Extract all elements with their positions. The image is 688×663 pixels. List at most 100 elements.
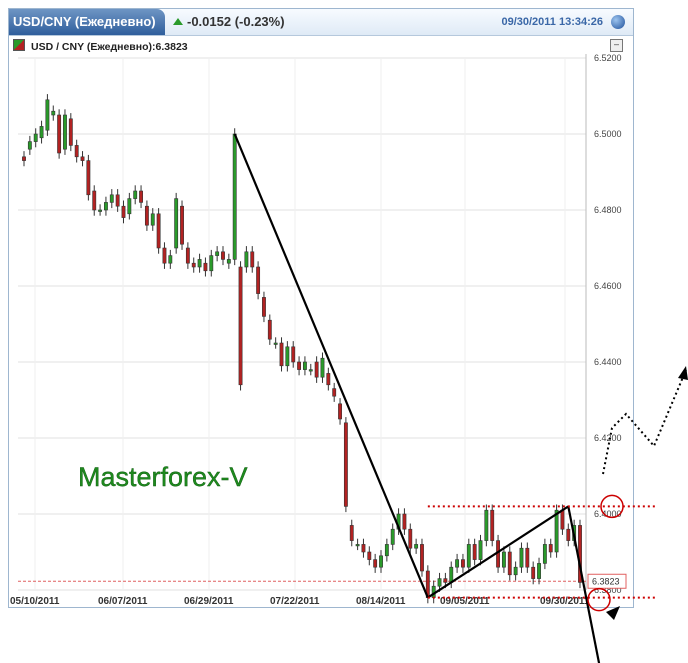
candle-body (402, 513, 407, 530)
candle-body (68, 118, 73, 146)
candle-body (39, 126, 44, 139)
candle-body (74, 145, 79, 158)
candle-body (519, 547, 524, 568)
candle-body (168, 255, 173, 264)
candle-body (226, 259, 231, 264)
candle-body (279, 342, 284, 367)
candle-body (414, 544, 419, 549)
candle-body (27, 141, 32, 150)
candle-body (80, 156, 85, 161)
last-price-label: 6.3823 (592, 576, 620, 586)
candle-body (22, 156, 26, 161)
candle-body (420, 544, 424, 572)
candle-body (115, 194, 120, 207)
candle-body (437, 578, 442, 587)
candle-body (180, 205, 184, 245)
candle-body (338, 403, 342, 420)
x-tick-label: 09/05/2011 (440, 596, 490, 607)
candle-body (349, 525, 354, 541)
candle-body (121, 205, 126, 218)
candle-body (133, 190, 138, 199)
candle-body (285, 346, 290, 367)
candle-body (297, 361, 302, 370)
x-tick-label: 08/14/2011 (356, 596, 406, 607)
candle-body (232, 133, 237, 260)
candle-body (361, 544, 366, 553)
candle-body (104, 202, 108, 211)
x-tick-label: 06/07/2011 (98, 596, 148, 607)
x-tick-label: 07/22/2011 (270, 596, 320, 607)
candle-body (33, 133, 38, 142)
candle-body (139, 190, 143, 203)
candle-body (332, 388, 337, 397)
candle-body (507, 551, 512, 576)
candle-body (384, 544, 389, 557)
candle-body (490, 509, 495, 541)
candle-body (127, 198, 132, 215)
candle-body (531, 566, 536, 579)
candle-body (314, 361, 319, 378)
candle-body (63, 114, 67, 150)
candle-body (449, 566, 454, 583)
candle-body (390, 528, 395, 545)
candle-body (537, 563, 541, 579)
watermark-text: Masterforex-V (78, 462, 248, 492)
x-tick-label: 09/30/2011 (540, 596, 590, 607)
candle-body (326, 373, 331, 386)
candle-body (45, 99, 50, 131)
candle-body (273, 342, 278, 345)
price-chart: 6.5200 6.5000 6.4800 6.4600 6.4400 6.4200 6.40… (10, 53, 688, 663)
candle-body (367, 551, 372, 560)
candle-body (267, 319, 272, 340)
candle-body (302, 361, 307, 370)
candle-body (262, 297, 266, 317)
candle-body (379, 555, 383, 568)
arrow-head-icon (606, 606, 620, 620)
y-tick-label: 6.5000 (594, 129, 622, 139)
candle-body (215, 251, 220, 256)
candle-body (320, 357, 325, 378)
candle-body (238, 266, 243, 386)
candle-body (92, 190, 97, 211)
y-tick-label: 6.4600 (594, 281, 622, 291)
candle-body (472, 544, 477, 560)
candle-body (443, 578, 448, 583)
candle-body (308, 369, 313, 372)
candle-body (408, 528, 413, 549)
x-tick-label: 06/29/2011 (184, 596, 234, 607)
candle-body (455, 559, 460, 568)
candle-body (554, 509, 559, 553)
candle-body (560, 509, 565, 530)
candle-body (185, 247, 190, 264)
candle-body (466, 544, 471, 568)
candle-body (150, 213, 155, 226)
candle-body (156, 213, 161, 249)
candle-body (109, 194, 114, 203)
candle-body (542, 544, 547, 564)
candle-body (144, 205, 149, 226)
y-tick-label: 6.4400 (594, 357, 622, 367)
y-tick-label: 6.5200 (594, 53, 622, 63)
candle-body (548, 544, 553, 553)
candle-body (244, 251, 249, 268)
arrow-head-icon (678, 366, 688, 380)
trend-line (427, 505, 569, 599)
candle-body (478, 540, 483, 560)
candle-body (343, 422, 348, 507)
trend-line (233, 133, 429, 599)
candle-body (191, 262, 196, 268)
y-tick-label: 6.4000 (594, 509, 622, 519)
candle-body (484, 509, 489, 541)
candle-body (174, 198, 179, 249)
y-tick-label: 6.4200 (594, 433, 622, 443)
candle-body (162, 247, 167, 264)
candle-body (209, 255, 214, 272)
candle-body (566, 528, 571, 541)
candle-body (373, 559, 378, 568)
candle-body (250, 251, 255, 268)
candle-body (57, 114, 62, 154)
x-tick-label: 05/10/2011 (10, 596, 60, 607)
candle-body (256, 266, 261, 294)
candle-body (197, 259, 202, 268)
candle-body (525, 547, 530, 568)
